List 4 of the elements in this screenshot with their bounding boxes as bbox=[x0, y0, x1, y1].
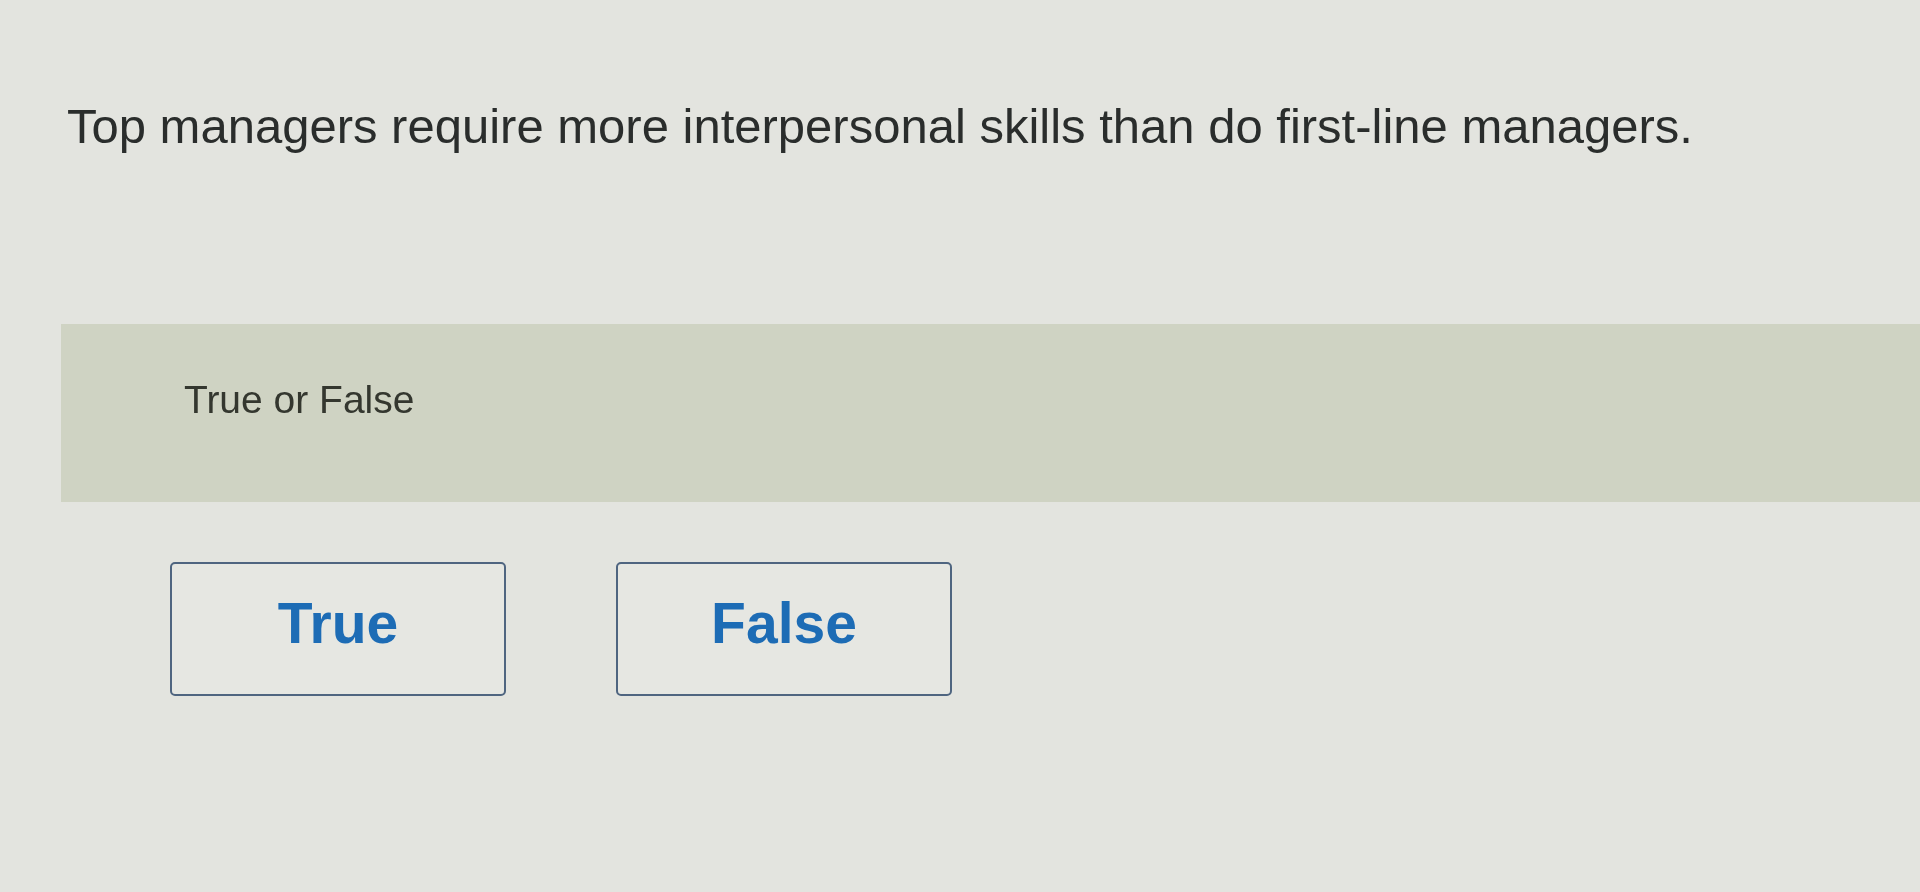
question-text: Top managers require more interpersonal skills than do first-line managers. bbox=[67, 98, 1693, 155]
answer-option-button[interactable]: True bbox=[170, 561, 506, 696]
question-type-label: True or False bbox=[184, 377, 415, 422]
answer-option-button[interactable]: False bbox=[616, 561, 952, 696]
